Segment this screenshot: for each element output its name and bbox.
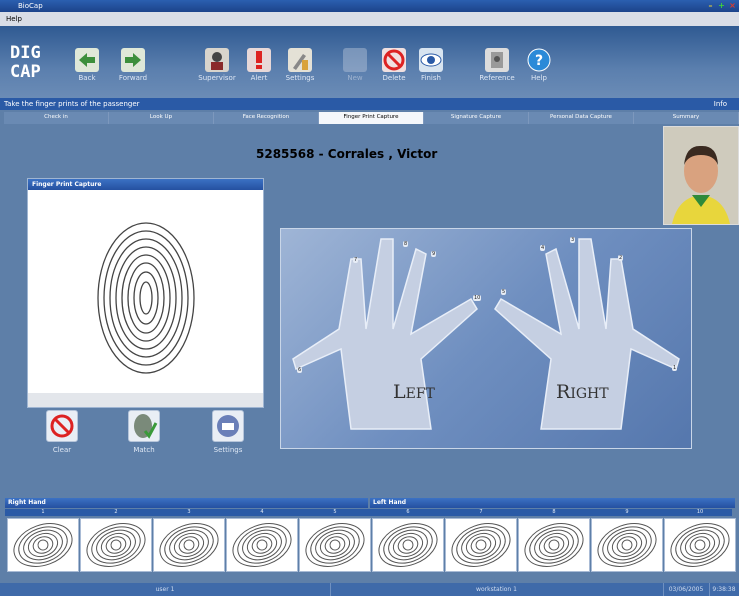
menu-help[interactable]: Help: [6, 15, 22, 23]
fingerprint-slot[interactable]: [299, 518, 371, 572]
panel-title: Finger Print Capture: [28, 179, 263, 190]
fingerprint-slot[interactable]: [445, 518, 517, 572]
tab-summary[interactable]: Summary: [634, 112, 739, 124]
match-button[interactable]: Match: [122, 410, 166, 454]
clear-icon: [46, 410, 78, 442]
fingerprint-slot[interactable]: [153, 518, 225, 572]
status-bar: user 1 workstation 1 03/06/2005 9:38:38: [0, 583, 739, 596]
fingerprint-slot[interactable]: [80, 518, 152, 572]
fingerprint-thumbnail: [159, 523, 219, 567]
instruction-text: Take the finger prints of the passenger: [4, 100, 140, 108]
settings-tools-icon: [288, 48, 312, 72]
finger-marker[interactable]: 8: [403, 241, 409, 247]
fingerprint-thumbnail: [597, 523, 657, 567]
fingerprint-slot[interactable]: [591, 518, 663, 572]
fingerprint-slot[interactable]: [372, 518, 444, 572]
fingerprint-slot[interactable]: [518, 518, 590, 572]
supervisor-icon: [205, 48, 229, 72]
forward-arrow-icon: [121, 48, 145, 72]
finger-marker[interactable]: 2: [618, 255, 624, 261]
status-workstation: workstation 1: [330, 583, 664, 596]
passenger-name: 5285568 - Corrales , Victor: [256, 147, 438, 161]
back-button[interactable]: Back: [64, 48, 110, 82]
reference-icon: [485, 48, 509, 72]
back-arrow-icon: [75, 48, 99, 72]
finger-marker[interactable]: 6: [297, 367, 303, 373]
new-document-icon: [343, 48, 367, 72]
title-bar: BioCap – + ×: [0, 0, 739, 12]
fingerprint-capture-panel: Finger Print Capture: [27, 178, 264, 408]
finger-marker[interactable]: 4: [540, 245, 546, 251]
forward-button[interactable]: Forward: [110, 48, 156, 82]
capture-settings-button[interactable]: Settings: [206, 410, 250, 454]
fingerprint-thumbnail: [378, 523, 438, 567]
fingerprint-thumbnail: [524, 523, 584, 567]
left-hand-header: Left Hand: [370, 498, 735, 508]
finish-button[interactable]: Finish: [408, 48, 454, 82]
hands-illustration: [292, 238, 680, 430]
minimize-icon[interactable]: –: [706, 1, 715, 10]
fingerprint-slot[interactable]: [226, 518, 298, 572]
finger-marker[interactable]: 10: [473, 295, 482, 301]
passenger-photo: [663, 126, 739, 225]
tab-face-recognition[interactable]: Face Recognition: [214, 112, 319, 124]
captured-fingerprint: [97, 222, 195, 374]
menu-bar: Help: [0, 12, 739, 26]
scanner-settings-icon: [212, 410, 244, 442]
right-hand-label: RIGHT: [556, 381, 609, 403]
settings-button[interactable]: Settings: [277, 48, 323, 82]
finger-marker[interactable]: 3: [570, 237, 576, 243]
fingerprint-thumbnail: [305, 523, 365, 567]
alert-button[interactable]: Alert: [236, 48, 282, 82]
panel-footer: [28, 393, 263, 407]
finish-eye-icon: [419, 48, 443, 72]
svg-text:?: ?: [535, 53, 543, 69]
step-tabs: Check in Look Up Face Recognition Finger…: [4, 112, 739, 124]
tab-check-in[interactable]: Check in: [4, 112, 109, 124]
help-button[interactable]: ? Help: [516, 48, 562, 82]
alert-icon: [247, 48, 271, 72]
delete-icon: [382, 48, 406, 72]
reference-button[interactable]: Reference: [474, 48, 520, 82]
fingerprint-thumbnail: [13, 523, 73, 567]
tab-personal-data-capture[interactable]: Personal Data Capture: [529, 112, 634, 124]
fingerprint-thumbnail: [451, 523, 511, 567]
finger-marker[interactable]: 7: [353, 257, 359, 263]
match-icon: [128, 410, 160, 442]
status-date: 03/06/2005: [663, 583, 710, 596]
info-button[interactable]: Info: [714, 98, 727, 110]
left-hand-label: LEFT: [393, 381, 435, 403]
help-icon: ?: [527, 48, 551, 72]
window-title: BioCap: [18, 2, 43, 10]
right-hand-header: Right Hand: [5, 498, 368, 508]
supervisor-button[interactable]: Supervisor: [194, 48, 240, 82]
toolbar: DIG CAP Back Forward Supervisor Alert Set…: [0, 26, 739, 98]
finger-marker[interactable]: 1: [672, 365, 678, 371]
digicap-logo: DIG CAP: [10, 43, 41, 82]
finger-marker[interactable]: 9: [431, 251, 437, 257]
status-user: user 1: [0, 583, 331, 596]
tab-look-up[interactable]: Look Up: [109, 112, 214, 124]
tab-signature-capture[interactable]: Signature Capture: [424, 112, 529, 124]
fingerprint-thumbnail: [232, 523, 292, 567]
fingerprint-slot[interactable]: [664, 518, 736, 572]
tab-finger-print-capture[interactable]: Finger Print Capture: [319, 112, 424, 124]
maximize-icon[interactable]: +: [717, 1, 726, 10]
fingerprint-thumbnail: [670, 523, 730, 567]
fingerprint-slot[interactable]: [7, 518, 79, 572]
info-bar: Take the finger prints of the passenger …: [0, 98, 739, 110]
clear-button[interactable]: Clear: [40, 410, 84, 454]
hands-diagram: LEFT RIGHT 6 7 8 9 10 1 2 3 4 5: [280, 228, 692, 449]
fingerprint-thumbnail: [86, 523, 146, 567]
status-time: 9:38:38: [712, 586, 736, 593]
close-icon[interactable]: ×: [728, 1, 737, 10]
finger-marker[interactable]: 5: [501, 289, 507, 295]
